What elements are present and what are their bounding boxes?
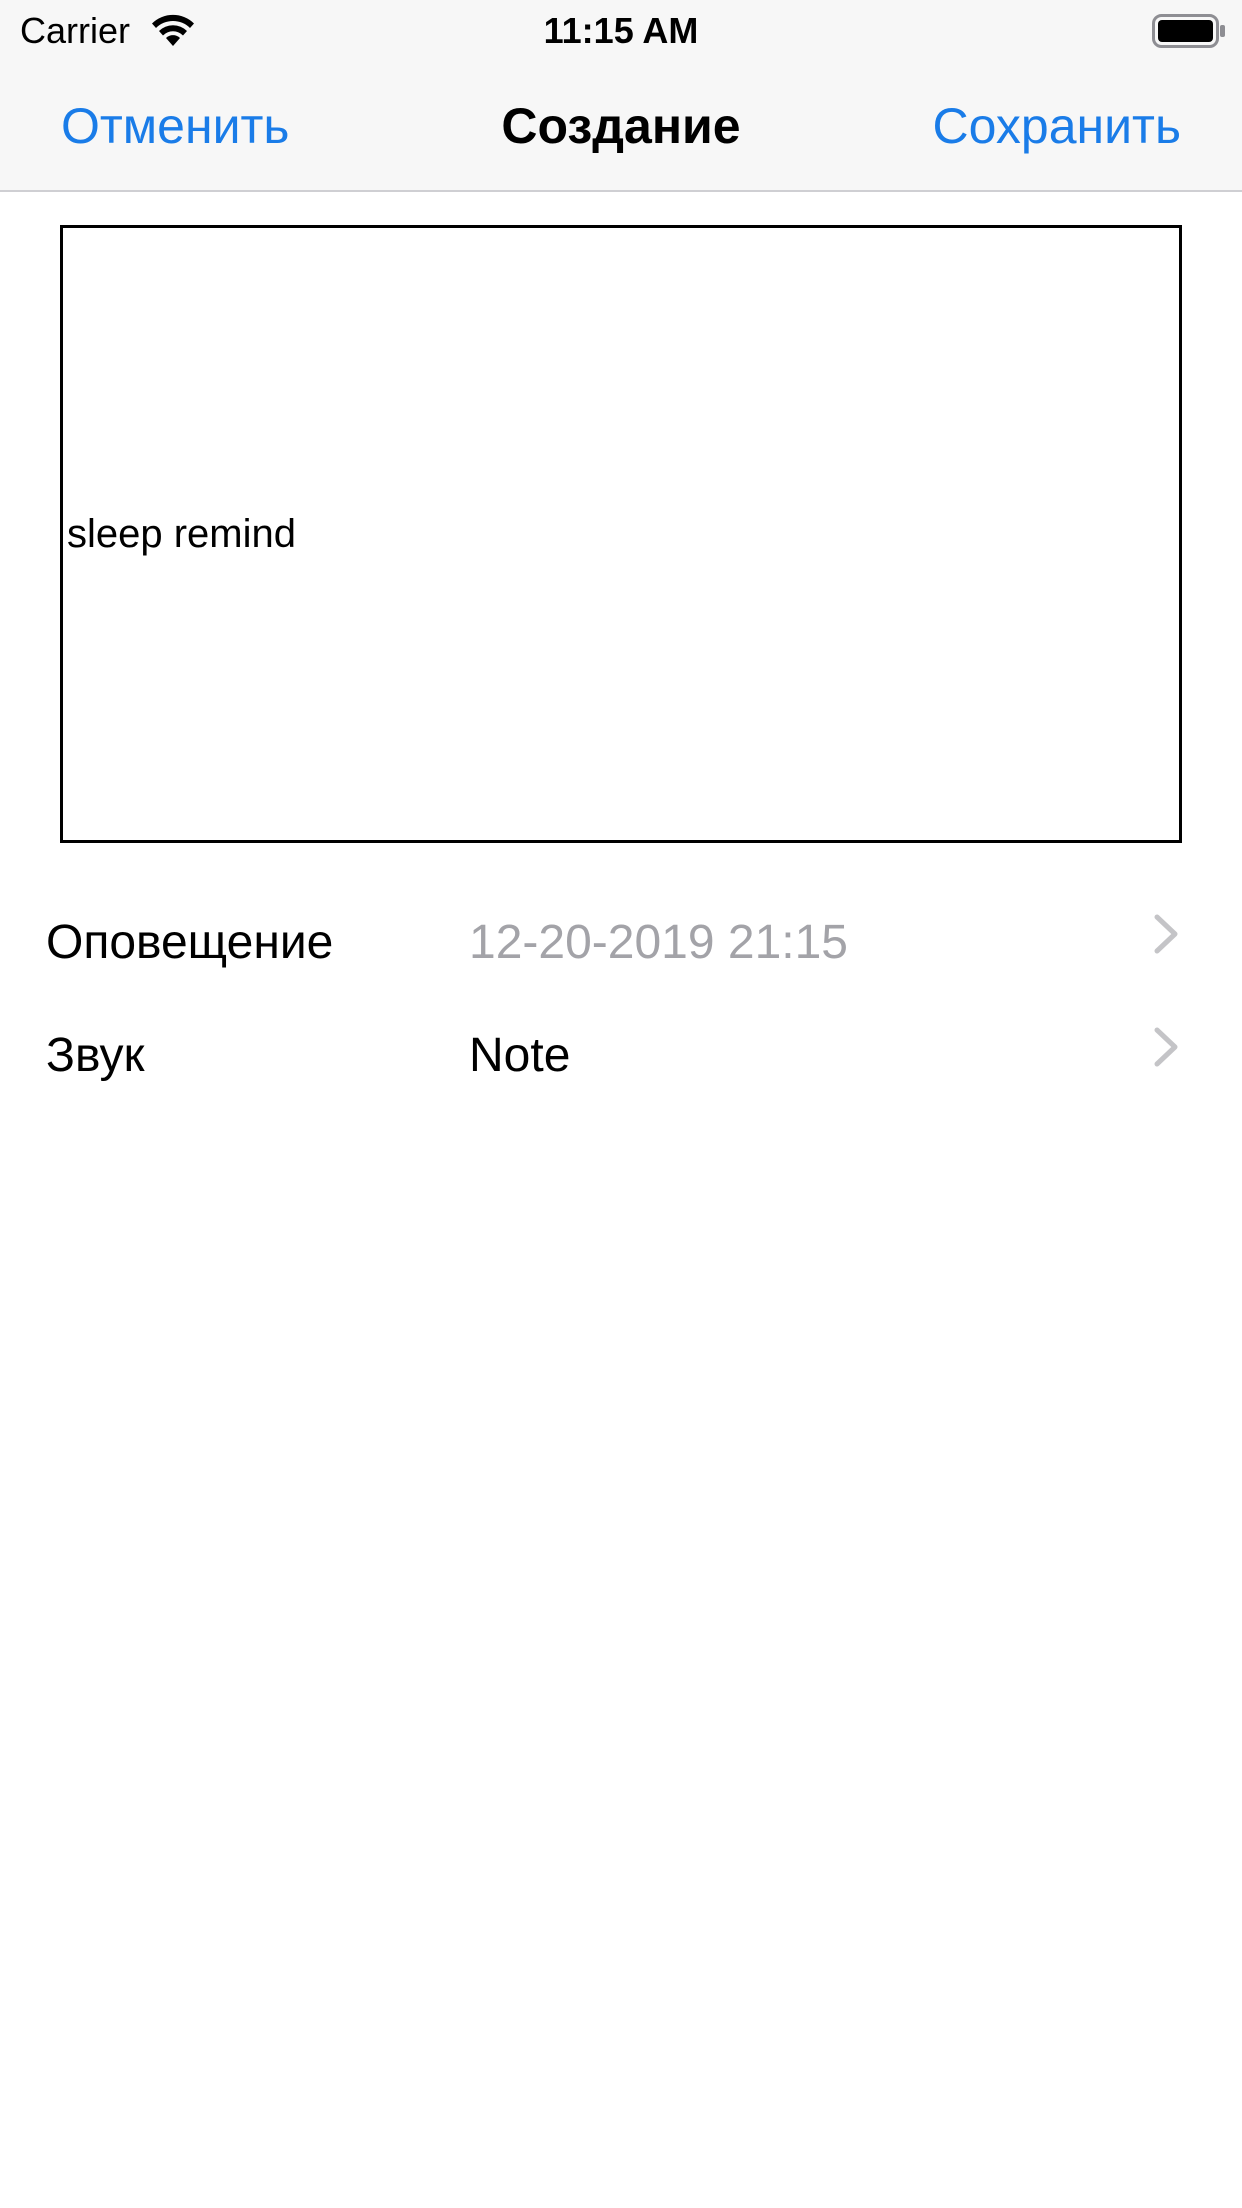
- battery-icon: [1152, 14, 1225, 48]
- status-bar: Carrier 11:15 AM: [0, 0, 1242, 62]
- alert-label: Оповещение: [46, 916, 334, 969]
- cancel-button[interactable]: Отменить: [61, 98, 289, 154]
- note-text-field[interactable]: sleep remind: [60, 225, 1182, 843]
- sound-label: Звук: [46, 1029, 145, 1082]
- chevron-right-icon: [1154, 914, 1178, 954]
- settings-row-sound[interactable]: Звук Note: [0, 1006, 1242, 1106]
- alert-value: 12-20-2019 21:15: [469, 916, 848, 969]
- status-time: 11:15 AM: [543, 10, 699, 51]
- top-bar: Carrier 11:15 AM Отменить Создание Сохра…: [0, 0, 1242, 192]
- screen: Carrier 11:15 AM Отменить Создание Сохра…: [0, 0, 1242, 2208]
- settings-row-alert[interactable]: Оповещение 12-20-2019 21:15: [0, 893, 1242, 993]
- sound-value: Note: [469, 1029, 571, 1082]
- save-button[interactable]: Сохранить: [933, 98, 1181, 154]
- note-text: sleep remind: [67, 512, 297, 556]
- chevron-right-icon: [1154, 1027, 1178, 1067]
- nav-bar: Отменить Создание Сохранить: [0, 62, 1242, 192]
